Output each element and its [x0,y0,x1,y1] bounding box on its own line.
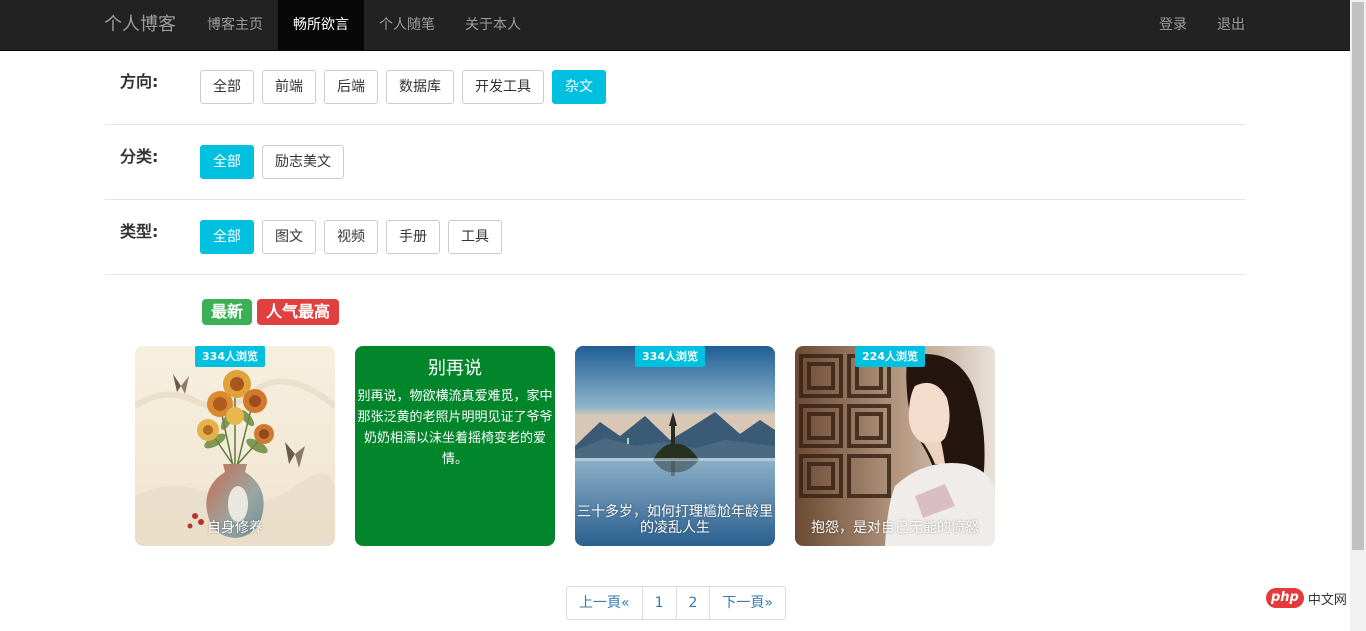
vertical-scrollbar[interactable] [1350,0,1366,631]
views-badge: 334人浏览 [195,346,265,367]
pagination-page-2[interactable]: 2 [675,586,711,620]
girl-portrait-image [795,346,995,546]
navbar: 个人博客 博客主页 畅所欲言 个人随笔 关于本人 登录 退出 [0,0,1350,51]
pagination-page-1[interactable]: 1 [641,586,677,620]
pagination-prev-button[interactable]: 上一頁« [566,586,643,620]
card-title: 三十多岁，如何打理尴尬年龄里的凌乱人生 [577,504,773,536]
user-nav: 登录 退出 [1144,0,1260,50]
filter-options-category: 全部 励志美文 [200,145,344,179]
filter-option-inspirational[interactable]: 励志美文 [262,145,344,179]
filter-row-direction: 方向: 全部 前端 后端 数据库 开发工具 杂文 [105,50,1245,125]
nav-item-talk[interactable]: 畅所欲言 [278,0,364,50]
filter-option-database[interactable]: 数据库 [386,70,454,104]
filter-option-misc[interactable]: 杂文 [552,70,606,104]
watermark-text: 中文网 [1307,592,1347,608]
watermark: php 中文网 [1266,588,1347,608]
filter-option-tools[interactable]: 工具 [448,220,502,254]
filter-option-all[interactable]: 全部 [200,220,254,254]
filter-label-direction: 方向: [120,72,159,91]
sort-popular-button[interactable]: 人气最高 [257,299,340,325]
filter-option-manual[interactable]: 手册 [386,220,440,254]
views-badge: 334人浏览 [635,346,705,367]
flower-vase-image [135,346,335,546]
filter-row-type: 类型: 全部 图文 视频 手册 工具 [105,200,1245,275]
brand-logo[interactable]: 个人博客 [104,0,176,50]
nav-item-home[interactable]: 博客主页 [192,0,278,50]
card-title: 别再说 [428,358,482,379]
views-badge: 224人浏览 [855,346,925,367]
sort-options: 最新 人气最高 [202,299,340,325]
login-link[interactable]: 登录 [1144,0,1202,50]
php-logo: php [1266,588,1304,608]
pagination-next-button[interactable]: 下一頁» [709,586,786,620]
filter-option-frontend[interactable]: 前端 [262,70,316,104]
pagination: 上一頁« 1 2 下一頁» [566,586,786,620]
article-card[interactable]: 334人浏览 三十多岁，如何打理尴尬年龄里的凌乱人生 [575,346,775,546]
filter-option-article[interactable]: 图文 [262,220,316,254]
sort-newest-button[interactable]: 最新 [202,299,253,325]
article-card[interactable]: 别再说 别再说，物欲横流真爱难觅，家中那张泛黄的老照片明明见证了爷爷奶奶相濡以沫… [355,346,555,546]
logout-link[interactable]: 退出 [1202,0,1260,50]
card-title: 自身修养 [207,520,263,536]
filter-option-all[interactable]: 全部 [200,70,254,104]
article-card[interactable]: 224人浏览 抱怨，是对自己无能的愤怒 [795,346,995,546]
nav-item-about[interactable]: 关于本人 [450,0,536,50]
filter-row-category: 分类: 全部 励志美文 [105,125,1245,200]
filter-label-type: 类型: [120,222,159,241]
filter-option-backend[interactable]: 后端 [324,70,378,104]
filter-options-direction: 全部 前端 后端 数据库 开发工具 杂文 [200,70,606,104]
filter-option-all[interactable]: 全部 [200,145,254,179]
card-title: 抱怨，是对自己无能的愤怒 [811,520,979,536]
filter-option-devtools[interactable]: 开发工具 [462,70,544,104]
filter-option-video[interactable]: 视频 [324,220,378,254]
main-nav: 博客主页 畅所欲言 个人随笔 关于本人 [192,0,536,50]
article-card[interactable]: 334人浏览 自身修养 [135,346,335,546]
filter-options-type: 全部 图文 视频 手册 工具 [200,220,502,254]
card-excerpt: 别再说，物欲横流真爱难觅，家中那张泛黄的老照片明明见证了爷爷奶奶相濡以沫坐着摇椅… [357,389,553,467]
filter-label-category: 分类: [120,147,159,166]
article-grid: 334人浏览 自身修养 别再说 别再说，物欲横流真爱难觅，家中那张泛黄的老照片明… [135,346,995,546]
scrollbar-thumb[interactable] [1352,2,1364,550]
nav-item-essays[interactable]: 个人随笔 [364,0,450,50]
